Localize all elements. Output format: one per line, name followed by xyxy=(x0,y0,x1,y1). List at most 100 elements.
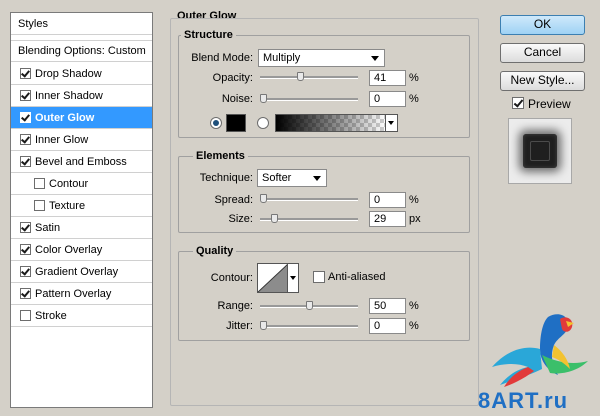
style-item-checkbox[interactable] xyxy=(20,222,31,233)
styles-header-label: Styles xyxy=(18,17,48,30)
opacity-input[interactable]: 41 xyxy=(369,70,406,86)
chevron-down-icon xyxy=(388,121,394,125)
style-item-checkbox[interactable] xyxy=(20,68,31,79)
new-style-button[interactable]: New Style... xyxy=(500,71,585,91)
contour-dropdown-button[interactable] xyxy=(287,264,298,292)
blend-mode-select[interactable]: Multiply xyxy=(258,49,385,67)
range-label: Range: xyxy=(217,300,253,312)
style-item-label: Outer Glow xyxy=(35,111,95,124)
style-item-label: Inner Glow xyxy=(35,133,89,146)
size-slider-thumb[interactable] xyxy=(271,214,278,223)
styles-header[interactable]: Styles xyxy=(11,13,152,35)
chevron-down-icon xyxy=(290,276,296,280)
preview-inner-square xyxy=(530,141,550,161)
style-item-label: Contour xyxy=(49,177,89,190)
style-item-checkbox[interactable] xyxy=(20,90,31,101)
noise-slider[interactable] xyxy=(260,94,358,103)
style-item-label: Pattern Overlay xyxy=(35,287,112,300)
spread-slider-thumb[interactable] xyxy=(260,194,267,203)
range-slider-thumb[interactable] xyxy=(306,301,313,310)
technique-select[interactable]: Softer xyxy=(257,169,327,187)
style-item-checkbox[interactable] xyxy=(20,266,31,277)
contour-picker[interactable] xyxy=(257,263,299,293)
style-item-checkbox[interactable] xyxy=(20,310,31,321)
solid-color-radio[interactable] xyxy=(210,117,222,129)
style-item-label: Gradient Overlay xyxy=(35,265,119,278)
style-item-inner-shadow[interactable]: Inner Shadow xyxy=(11,85,152,107)
opacity-label: Opacity: xyxy=(212,72,253,84)
range-slider[interactable] xyxy=(260,301,358,310)
style-item-pattern-overlay[interactable]: Pattern Overlay xyxy=(11,283,152,305)
style-item-label: Stroke xyxy=(35,309,67,322)
size-unit: px xyxy=(409,213,421,225)
style-item-label: Color Overlay xyxy=(35,243,103,256)
elements-title: Elements xyxy=(193,150,248,162)
technique-label: Technique: xyxy=(199,172,253,184)
gradient-dropdown-button[interactable] xyxy=(385,115,397,131)
style-item-checkbox[interactable] xyxy=(20,288,31,299)
jitter-slider-thumb[interactable] xyxy=(260,321,267,330)
styles-list: Styles Blending Options: Custom Drop Sha… xyxy=(10,12,153,408)
style-item-checkbox[interactable] xyxy=(20,134,31,145)
style-item-contour[interactable]: Contour xyxy=(11,173,152,195)
size-input[interactable]: 29 xyxy=(369,211,406,227)
contour-label: Contour: xyxy=(210,272,253,284)
style-item-checkbox[interactable] xyxy=(20,112,31,123)
style-item-checkbox[interactable] xyxy=(20,244,31,255)
spread-input[interactable]: 0 xyxy=(369,192,406,208)
preview-square xyxy=(523,134,557,168)
jitter-slider[interactable] xyxy=(260,321,358,330)
blending-options-item[interactable]: Blending Options: Custom xyxy=(11,40,152,62)
noise-label: Noise: xyxy=(221,93,253,105)
style-item-checkbox[interactable] xyxy=(34,200,45,211)
gradient-preview xyxy=(276,115,386,131)
style-item-inner-glow[interactable]: Inner Glow xyxy=(11,129,152,151)
style-item-checkbox[interactable] xyxy=(34,178,45,189)
chevron-down-icon xyxy=(371,56,379,61)
technique-value: Softer xyxy=(262,172,292,184)
ok-button[interactable]: OK xyxy=(500,15,585,35)
glow-color-swatch[interactable] xyxy=(226,114,246,132)
glow-gradient-picker[interactable] xyxy=(275,114,398,132)
size-slider[interactable] xyxy=(260,214,358,223)
parrot-logo-icon xyxy=(492,314,588,387)
style-item-gradient-overlay[interactable]: Gradient Overlay xyxy=(11,261,152,283)
anti-aliased-checkbox[interactable] xyxy=(313,271,325,283)
style-item-stroke[interactable]: Stroke xyxy=(11,305,152,327)
style-item-drop-shadow[interactable]: Drop Shadow xyxy=(11,63,152,85)
preview-checkbox[interactable] xyxy=(512,97,524,109)
style-item-bevel-and-emboss[interactable]: Bevel and Emboss xyxy=(11,151,152,173)
spread-label: Spread: xyxy=(214,194,253,206)
style-item-label: Drop Shadow xyxy=(35,67,102,80)
opacity-slider[interactable] xyxy=(260,72,358,81)
style-item-label: Bevel and Emboss xyxy=(35,155,127,168)
style-item-texture[interactable]: Texture xyxy=(11,195,152,217)
blend-mode-label: Blend Mode: xyxy=(191,52,253,64)
style-preview-thumbnail xyxy=(508,118,572,184)
style-item-label: Inner Shadow xyxy=(35,89,103,102)
jitter-unit: % xyxy=(409,320,419,332)
noise-unit: % xyxy=(409,93,419,105)
structure-title: Structure xyxy=(181,29,236,41)
contour-curve-icon xyxy=(258,264,288,292)
chevron-down-icon xyxy=(313,176,321,181)
range-input[interactable]: 50 xyxy=(369,298,406,314)
style-item-satin[interactable]: Satin xyxy=(11,217,152,239)
cancel-button[interactable]: Cancel xyxy=(500,43,585,63)
anti-aliased-label: Anti-aliased xyxy=(328,271,386,283)
noise-input[interactable]: 0 xyxy=(369,91,406,107)
jitter-input[interactable]: 0 xyxy=(369,318,406,334)
opacity-unit: % xyxy=(409,72,419,84)
spread-slider[interactable] xyxy=(260,194,358,203)
style-item-checkbox[interactable] xyxy=(20,156,31,167)
blending-options-label: Blending Options: Custom xyxy=(18,45,146,57)
quality-title: Quality xyxy=(193,245,237,257)
preview-label: Preview xyxy=(528,97,571,111)
opacity-slider-thumb[interactable] xyxy=(297,72,304,81)
style-item-outer-glow[interactable]: Outer Glow xyxy=(11,107,152,129)
gradient-radio[interactable] xyxy=(257,117,269,129)
blend-mode-value: Multiply xyxy=(263,52,301,64)
style-item-color-overlay[interactable]: Color Overlay xyxy=(11,239,152,261)
watermark-text: 8ART.ru xyxy=(478,388,569,413)
noise-slider-thumb[interactable] xyxy=(260,94,267,103)
